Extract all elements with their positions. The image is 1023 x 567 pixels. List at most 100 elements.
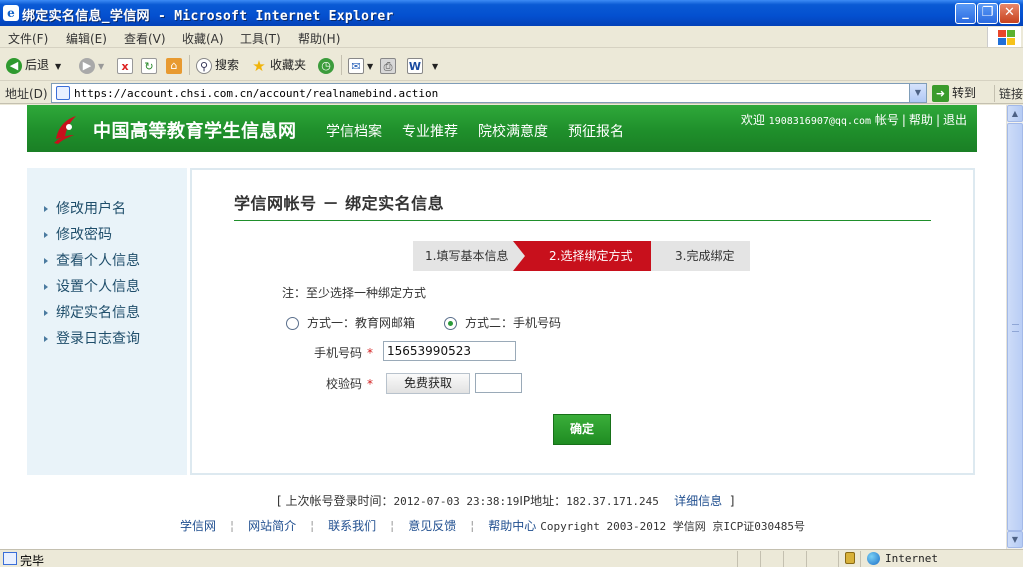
sidebar-item-change-username[interactable]: 修改用户名 — [44, 198, 126, 218]
lock-icon[interactable] — [845, 552, 855, 564]
refresh-button[interactable]: ↻ — [141, 55, 160, 75]
nav-major-recommend[interactable]: 专业推荐 — [402, 121, 458, 141]
sidebar-item-change-password[interactable]: 修改密码 — [44, 224, 112, 244]
back-arrow-icon: ◀ — [6, 57, 22, 74]
sidebar-item-login-log[interactable]: 登录日志查询 — [44, 328, 140, 348]
title-divider — [234, 220, 931, 221]
bullet-arrow-icon — [44, 336, 48, 342]
menu-favorites[interactable]: 收藏(A) — [182, 30, 224, 47]
user-email: 1908316907@qq.com — [768, 116, 872, 127]
refresh-icon: ↻ — [141, 57, 157, 74]
word-icon: W — [407, 57, 423, 74]
home-icon: ⌂ — [166, 57, 182, 74]
mail-icon: ✉ — [348, 57, 364, 74]
bullet-arrow-icon — [44, 232, 48, 238]
security-zone: Internet — [885, 552, 938, 565]
status-divider — [783, 551, 784, 567]
nav-pre-enlist[interactable]: 预征报名 — [568, 121, 624, 141]
nav-xuexin-archive[interactable]: 学信档案 — [326, 121, 382, 141]
toolbar-separator — [341, 55, 342, 75]
favorites-button[interactable]: ★ 收藏夹 — [251, 55, 306, 75]
address-bar: 地址(D) https://account.chsi.com.cn/accoun… — [0, 82, 1023, 104]
page-done-icon — [3, 552, 17, 565]
chsi-logo-icon — [54, 116, 76, 144]
step-choose-bind-method: 2.选择绑定方式 — [525, 241, 663, 271]
links-button[interactable]: 链接 — [994, 85, 1023, 102]
page-icon — [56, 86, 70, 100]
status-divider — [860, 551, 861, 567]
footer-link-help[interactable]: 帮助中心 — [488, 517, 536, 534]
phone-input[interactable] — [383, 341, 516, 361]
bullet-arrow-icon — [44, 206, 48, 212]
footer-link-feedback[interactable]: 意见反馈 — [408, 517, 456, 534]
bullet-arrow-icon — [44, 310, 48, 316]
back-button[interactable]: ◀ 后退 ▼ — [6, 55, 61, 75]
scroll-up-icon[interactable]: ▲ — [1007, 105, 1023, 122]
history-button[interactable]: ◷ — [318, 55, 337, 75]
stop-button[interactable]: x — [117, 55, 136, 75]
footer-link-chsi[interactable]: 学信网 — [180, 517, 216, 534]
radio-edu-email[interactable] — [286, 317, 299, 330]
bullet-arrow-icon — [44, 258, 48, 264]
menu-file[interactable]: 文件(F) — [8, 30, 48, 47]
edit-button[interactable]: W ▼ — [407, 55, 438, 75]
home-button[interactable]: ⌂ — [166, 55, 185, 75]
scroll-down-icon[interactable]: ▼ — [1007, 531, 1023, 548]
go-button[interactable]: ➜ 转到 — [932, 84, 976, 102]
vertical-scrollbar[interactable]: ▲ ▼ — [1006, 105, 1023, 549]
account-sidebar: 修改用户名 修改密码 查看个人信息 设置个人信息 绑定实名信息 登录日志查询 — [27, 168, 187, 475]
menu-tools[interactable]: 工具(T) — [240, 30, 281, 47]
step-complete-binding: 3.完成绑定 — [651, 241, 750, 271]
option-mobile[interactable]: 方式二：手机号码 — [444, 314, 561, 331]
search-button[interactable]: ⚲ 搜索 — [196, 55, 239, 75]
address-input[interactable]: https://account.chsi.com.cn/account/real… — [51, 83, 927, 103]
page-title: 学信网帐号 － 绑定实名信息 — [234, 194, 445, 213]
last-login-label: 上次帐号登录时间： — [285, 494, 394, 508]
footer-link-about[interactable]: 网站简介 — [248, 517, 296, 534]
footer-link-contact[interactable]: 联系我们 — [328, 517, 376, 534]
sidebar-item-bind-realname[interactable]: 绑定实名信息 — [44, 302, 140, 322]
required-mark: * — [367, 377, 374, 391]
menu-view[interactable]: 查看(V) — [124, 30, 166, 47]
forward-button[interactable]: ▶ ▼ — [79, 55, 104, 75]
nav-school-satisfaction[interactable]: 院校满意度 — [478, 121, 548, 141]
minimize-icon[interactable]: _ — [955, 3, 976, 24]
address-dropdown-icon[interactable]: ▼ — [909, 84, 926, 102]
account-link[interactable]: 帐号 — [875, 113, 899, 127]
logout-link[interactable]: 退出 — [943, 113, 967, 127]
scroll-thumb[interactable] — [1007, 123, 1023, 531]
print-icon: ⎙ — [380, 57, 396, 74]
toolbar: ◀ 后退 ▼ ▶ ▼ x ↻ ⌂ ⚲ 搜索 ★ 收藏夹 ◷ ✉ ▼ ⎙ W ▼ — [0, 49, 1023, 81]
required-mark: * — [367, 346, 374, 360]
windows-logo-icon — [987, 27, 1021, 47]
window-title: 绑定实名信息_学信网 - Microsoft Internet Explorer — [22, 9, 394, 24]
maximize-icon[interactable]: ❐ — [977, 3, 998, 24]
menu-edit[interactable]: 编辑(E) — [66, 30, 107, 47]
sidebar-item-set-info[interactable]: 设置个人信息 — [44, 276, 140, 296]
page-viewport: 中国高等教育学生信息网 学信档案 专业推荐 院校满意度 预征报名 欢迎 1908… — [0, 105, 1006, 549]
site-header: 中国高等教育学生信息网 学信档案 专业推荐 院校满意度 预征报名 欢迎 1908… — [27, 105, 977, 152]
status-divider — [838, 551, 839, 567]
stop-icon: x — [117, 57, 133, 74]
submit-button[interactable]: 确定 — [553, 414, 611, 445]
ie-icon: e — [3, 5, 19, 21]
code-input[interactable] — [475, 373, 522, 393]
print-button[interactable]: ⎙ — [380, 55, 399, 75]
window-title-bar[interactable]: e 绑定实名信息_学信网 - Microsoft Internet Explor… — [0, 0, 1023, 26]
details-link[interactable]: 详细信息 — [674, 494, 722, 508]
sidebar-item-view-info[interactable]: 查看个人信息 — [44, 250, 140, 270]
menu-help[interactable]: 帮助(H) — [298, 30, 340, 47]
address-url: https://account.chsi.com.cn/account/real… — [74, 87, 439, 100]
help-link[interactable]: 帮助 — [909, 113, 933, 127]
menu-bar: 文件(F) 编辑(E) 查看(V) 收藏(A) 工具(T) 帮助(H) — [0, 26, 1023, 48]
mail-button[interactable]: ✉ ▼ — [348, 55, 373, 75]
site-name[interactable]: 中国高等教育学生信息网 — [93, 117, 297, 143]
get-code-button[interactable]: 免费获取 — [386, 373, 470, 394]
star-icon: ★ — [252, 56, 266, 75]
step-fill-basic-info: 1.填写基本信息 — [413, 241, 525, 271]
history-icon: ◷ — [318, 57, 334, 74]
close-icon[interactable]: ✕ — [999, 3, 1020, 24]
user-area: 欢迎 1908316907@qq.com 帐号 | 帮助 | 退出 — [740, 113, 967, 127]
option-edu-email[interactable]: 方式一：教育网邮箱 — [286, 314, 415, 331]
radio-mobile[interactable] — [444, 317, 457, 330]
